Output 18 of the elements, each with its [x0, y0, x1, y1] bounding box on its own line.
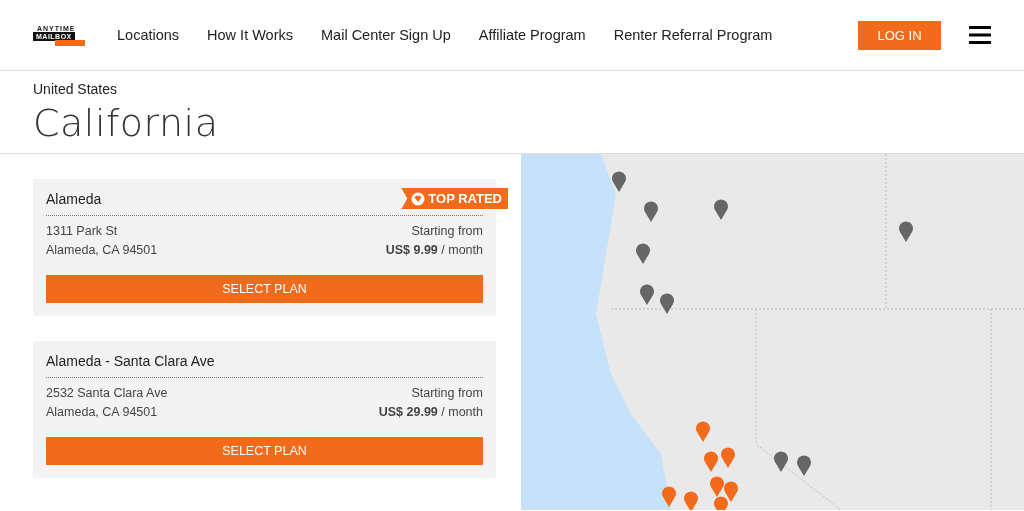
- page-title: California: [33, 101, 220, 145]
- price: US$ 9.99 / month: [385, 242, 483, 259]
- menu-icon[interactable]: [969, 26, 991, 44]
- street-address: 2532 Santa Clara Ave: [46, 385, 168, 402]
- breadcrumb: United States: [33, 81, 119, 97]
- nav-link[interactable]: Locations: [117, 27, 180, 43]
- city-address: Alameda, CA 94501: [46, 404, 159, 421]
- top-rated-badge: TOP RATED: [401, 188, 508, 209]
- price-label: Starting from: [410, 385, 483, 402]
- nav-link[interactable]: Affiliate Program: [478, 27, 586, 43]
- nav-link[interactable]: How It Works: [207, 27, 294, 43]
- price-label: Starting from: [410, 223, 483, 240]
- street-address: 1311 Park St: [46, 223, 119, 240]
- price: US$ 29.99 / month: [378, 404, 483, 421]
- nav-link[interactable]: Mail Center Sign Up: [321, 27, 451, 43]
- nav-link[interactable]: Renter Referral Program: [613, 27, 773, 43]
- location-name: Alameda - Santa Clara Ave: [46, 353, 483, 378]
- city-address: Alameda, CA 94501: [46, 242, 158, 259]
